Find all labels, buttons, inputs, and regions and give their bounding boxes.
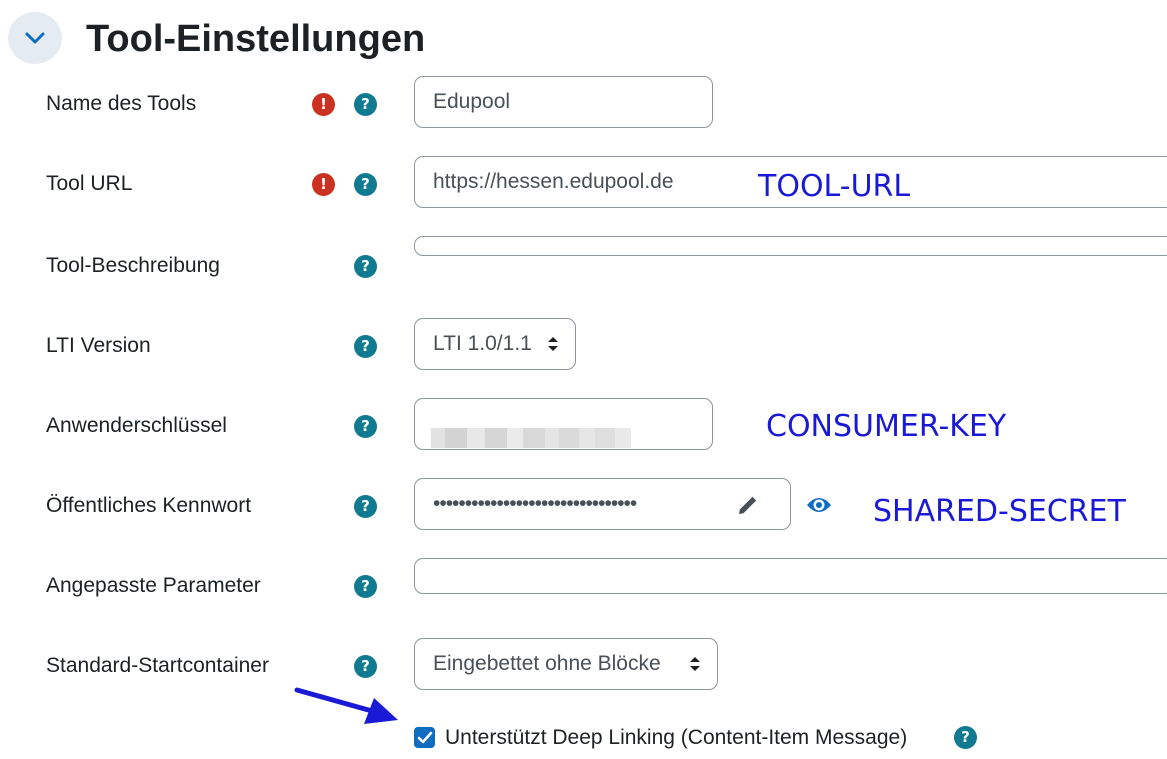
help-icon[interactable]: ? (354, 575, 377, 598)
annotation-consumer-key: CONSUMER-KEY (766, 409, 1007, 444)
redacted-value (431, 417, 631, 449)
tool-description-textarea[interactable] (414, 236, 1167, 256)
launch-container-select[interactable]: Eingebettet ohne Blöcke (414, 638, 718, 690)
required-icon: ! (312, 173, 335, 196)
deep-linking-checkbox[interactable] (414, 727, 435, 748)
tool-name-label: Name des Tools (46, 92, 197, 115)
form-row-consumer-key: Anwenderschlüssel ? CONSUMER-KEY (0, 398, 1167, 454)
form-row-tool-url: Tool URL ! ? https://hessen.edupool.de T… (0, 156, 1167, 212)
deep-linking-row: Unterstützt Deep Linking (Content-Item M… (414, 724, 1054, 752)
form-row-lti-version: LTI Version ? LTI 1.0/1.1 (0, 318, 1167, 374)
custom-parameters-label: Angepasste Parameter (46, 574, 261, 597)
tool-url-label: Tool URL (46, 172, 133, 195)
shared-secret-value: •••••••••••••••••••••••••••••••• (433, 492, 637, 515)
pencil-icon[interactable] (736, 493, 760, 517)
collapse-section-button[interactable] (8, 12, 62, 64)
tool-name-input[interactable]: Edupool (414, 76, 713, 128)
sort-caret-icon (548, 337, 558, 351)
form-row-tool-name: Name des Tools ! ? Edupool (0, 76, 1167, 132)
form-row-launch-container: Standard-Startcontainer ? Eingebettet oh… (0, 638, 1167, 694)
checkmark-icon (417, 731, 432, 743)
form-row-tool-description: Tool-Beschreibung ? (0, 236, 1167, 292)
lti-version-value: LTI 1.0/1.1 (433, 332, 532, 355)
help-icon[interactable]: ? (354, 655, 377, 678)
help-icon[interactable]: ? (354, 173, 377, 196)
deep-linking-label[interactable]: Unterstützt Deep Linking (Content-Item M… (445, 724, 907, 752)
lti-version-label: LTI Version (46, 334, 151, 357)
chevron-down-icon (25, 32, 45, 44)
help-icon[interactable]: ? (954, 726, 977, 749)
eye-icon[interactable] (806, 494, 832, 516)
shared-secret-input[interactable]: •••••••••••••••••••••••••••••••• (414, 478, 791, 530)
launch-container-label: Standard-Startcontainer (46, 654, 269, 677)
help-icon[interactable]: ? (354, 495, 377, 518)
shared-secret-label: Öffentliches Kennwort (46, 494, 252, 517)
annotation-shared-secret: SHARED-SECRET (873, 494, 1126, 529)
section-title: Tool-Einstellungen (86, 18, 426, 60)
help-icon[interactable]: ? (354, 335, 377, 358)
annotation-arrow-icon (294, 687, 398, 724)
launch-container-value: Eingebettet ohne Blöcke (433, 652, 661, 675)
lti-version-select[interactable]: LTI 1.0/1.1 (414, 318, 576, 370)
help-icon[interactable]: ? (354, 415, 377, 438)
consumer-key-label: Anwenderschlüssel (46, 414, 227, 437)
form-row-custom-parameters: Angepasste Parameter ? (0, 558, 1167, 614)
help-icon[interactable]: ? (354, 255, 377, 278)
sort-caret-icon (690, 657, 700, 671)
tool-description-label: Tool-Beschreibung (46, 254, 220, 277)
annotation-tool-url: TOOL-URL (758, 169, 911, 204)
consumer-key-input[interactable] (414, 398, 713, 450)
required-icon: ! (312, 93, 335, 116)
help-icon[interactable]: ? (354, 93, 377, 116)
form-row-shared-secret: Öffentliches Kennwort ? ••••••••••••••••… (0, 478, 1167, 534)
custom-parameters-textarea[interactable] (414, 558, 1167, 594)
